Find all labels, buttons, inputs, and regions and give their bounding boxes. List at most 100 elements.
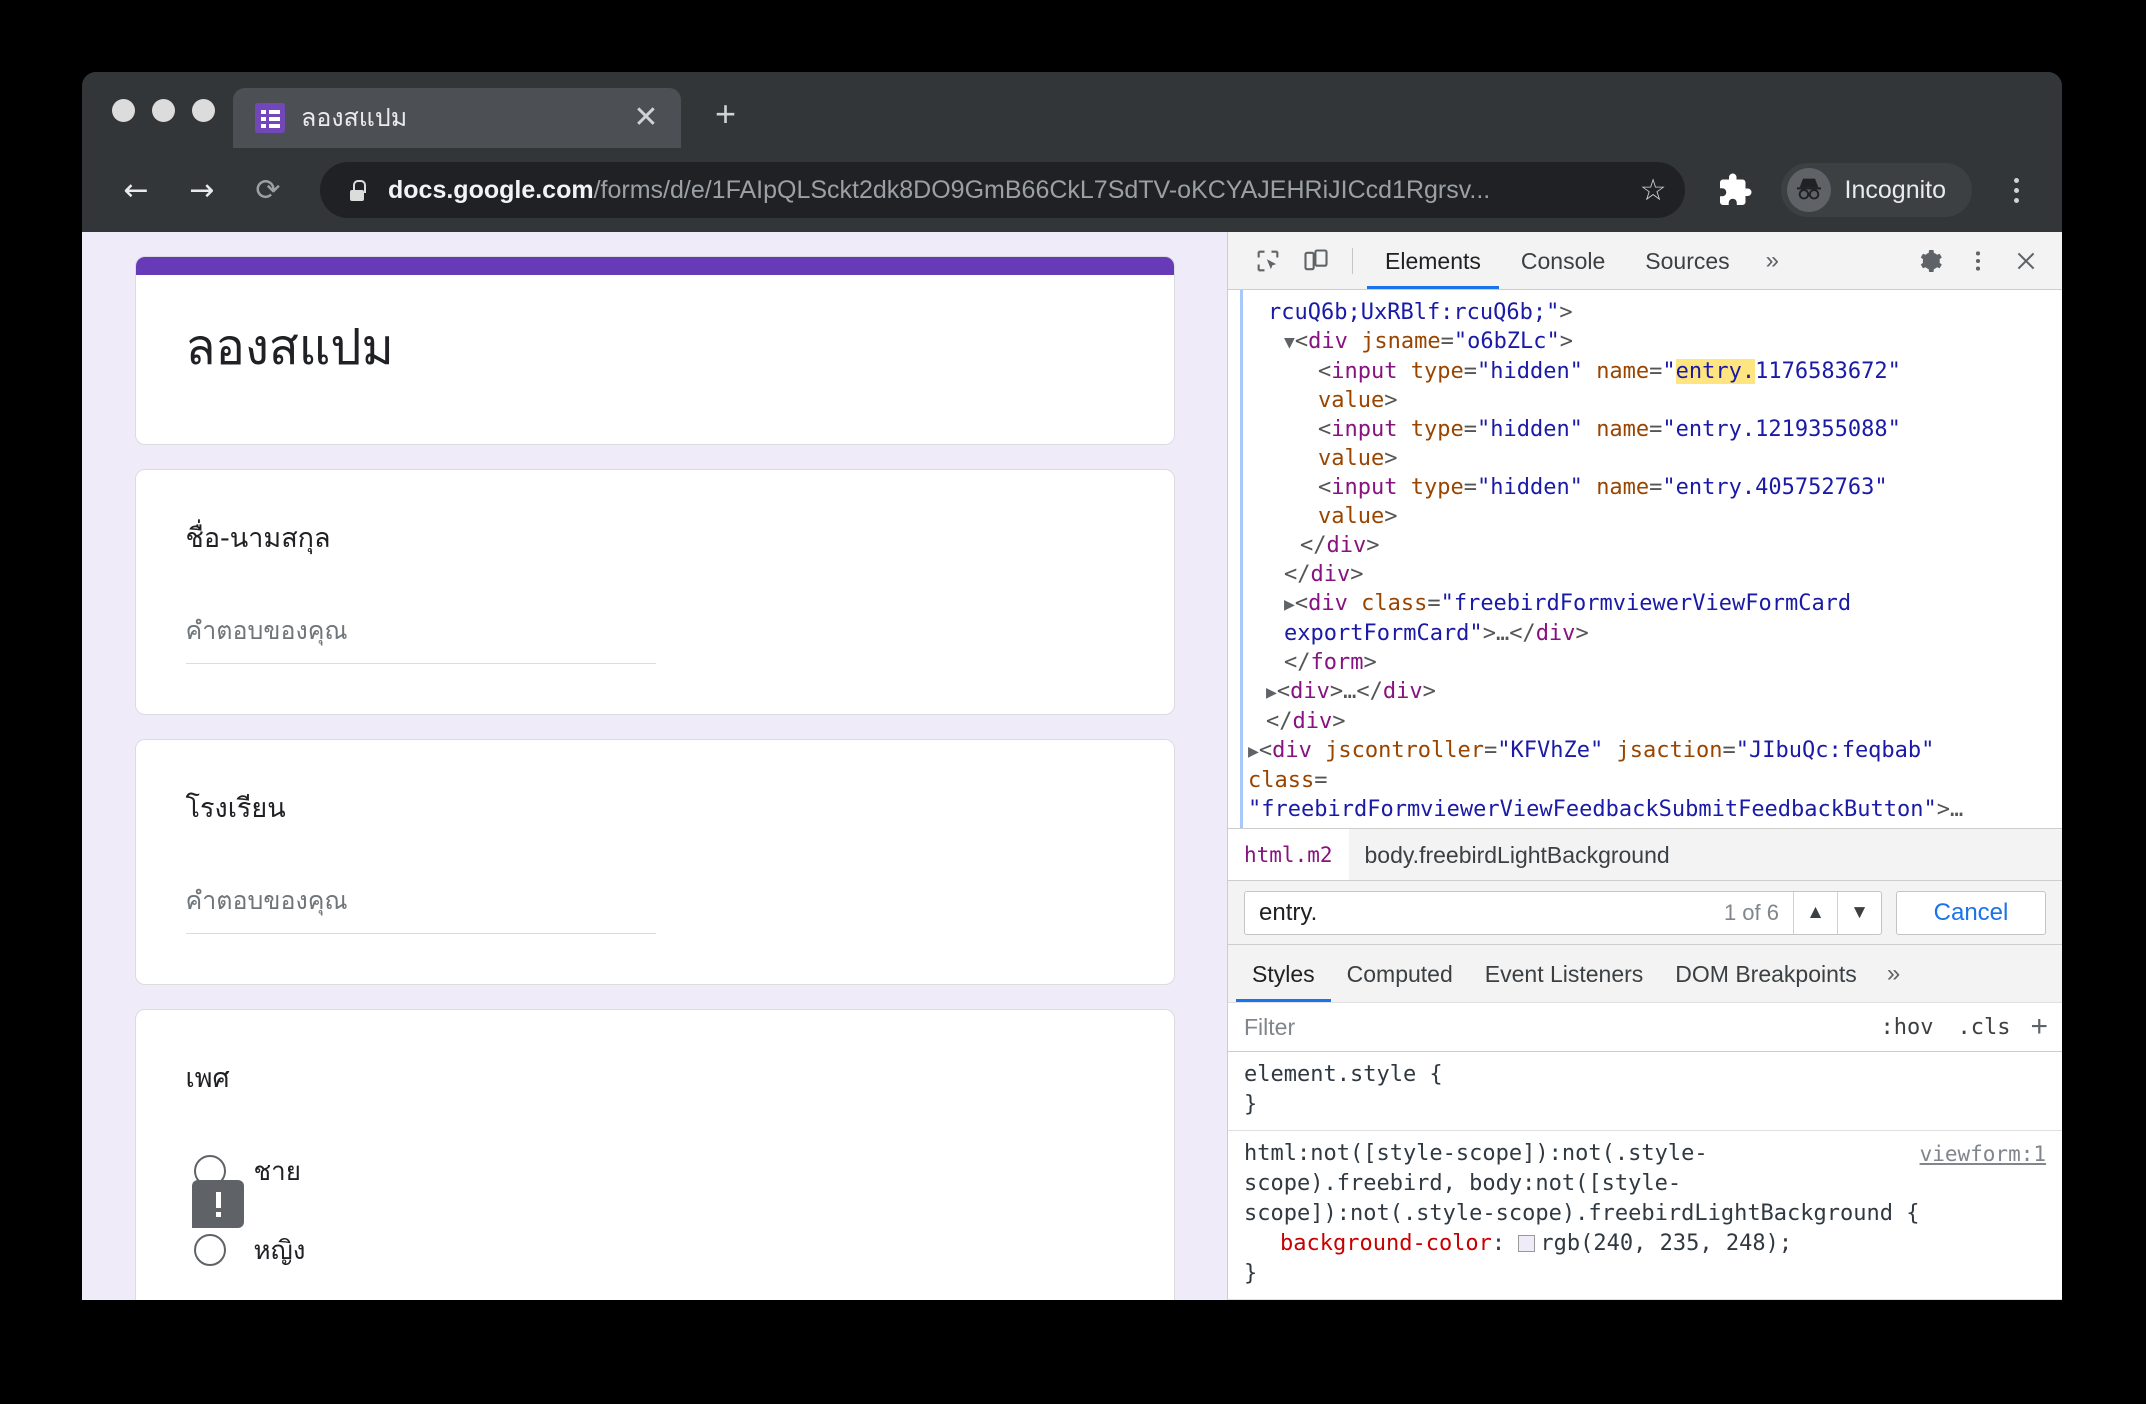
filter-input[interactable]: Filter [1244,1014,1869,1041]
dom-line[interactable]: </div> [1228,531,2062,560]
rule-close-brace: } [1244,1090,2046,1120]
more-styles-tabs-chevron-icon[interactable]: » [1873,960,1914,988]
radio-option[interactable]: หญิง [186,1230,1124,1271]
tab-styles[interactable]: Styles [1236,946,1331,1002]
selection-indicator [1240,290,1243,828]
extensions-puzzle-icon[interactable] [1717,172,1753,208]
search-next-button[interactable]: ▼ [1837,892,1881,934]
browser-tab[interactable]: ลองสแปม ✕ [233,88,681,148]
radio-circle-icon[interactable] [194,1234,226,1266]
dom-line[interactable]: value> [1228,444,2062,473]
dom-line[interactable]: ▶<div>…</div> [1228,677,2062,707]
rule-selector-line[interactable]: scope).freebird, body:not([style- [1244,1169,2046,1199]
cls-toggle[interactable]: .cls [1945,1015,2022,1040]
form-question-card-3: เพศ ชาย หญิง [135,1009,1175,1300]
dom-line[interactable]: value> [1228,502,2062,531]
more-tabs-chevron-icon[interactable]: » [1752,247,1793,275]
close-icon[interactable] [2004,239,2048,283]
window-traffic-lights [104,72,233,148]
declaration-property[interactable]: background-color [1280,1231,1492,1256]
dom-line[interactable]: rcuQ6b;UxRBlf:rcuQ6b;"> [1228,298,2062,327]
radio-option[interactable]: ชาย [186,1151,1124,1192]
dom-line[interactable]: class= [1228,766,2062,795]
close-icon[interactable]: ✕ [631,103,661,133]
styles-pane-tabs: Styles Computed Event Listeners DOM Brea… [1228,944,2062,1002]
dom-line[interactable]: exportFormCard">…</div> [1228,619,2062,648]
new-style-rule-button[interactable]: + [2022,1012,2048,1042]
style-rule[interactable]: element.style { } [1228,1052,2062,1131]
tab-event-listeners[interactable]: Event Listeners [1469,946,1660,1002]
dom-line[interactable]: </div> [1228,560,2062,589]
maximize-window-button[interactable] [192,99,215,122]
tab-computed[interactable]: Computed [1331,946,1469,1002]
stylesheet-source-link[interactable]: viewform:1 [1920,1139,2046,1169]
dom-line[interactable]: <input type="hidden" name="entry.1176583… [1228,357,2062,386]
profile-incognito-chip[interactable]: Incognito [1781,163,1972,217]
radio-option-label: หญิง [254,1230,306,1271]
color-swatch[interactable] [1518,1235,1535,1252]
inspect-element-icon[interactable] [1246,239,1290,283]
profile-label: Incognito [1845,176,1946,205]
rule-selector-line[interactable]: scope]):not(.style-scope).freebirdLightB… [1244,1199,2046,1229]
browser-window: ลองสแปม ✕ + ← → ⟳ docs.google.com/forms/… [82,72,2062,1300]
gear-icon[interactable] [1908,239,1952,283]
rule-selector[interactable]: element.style { [1244,1060,2046,1090]
breadcrumb-item-body[interactable]: body.freebirdLightBackground [1349,829,1686,881]
question-title: เพศ [186,1056,1124,1099]
device-toolbar-icon[interactable] [1294,239,1338,283]
tab-title: ลองสแปม [301,98,615,138]
tab-sources[interactable]: Sources [1627,233,1747,289]
tab-dom-breakpoints[interactable]: DOM Breakpoints [1659,946,1873,1002]
address-bar[interactable]: docs.google.com/forms/d/e/1FAIpQLSckt2dk… [320,162,1685,218]
tab-elements[interactable]: Elements [1367,233,1499,289]
form-question-card-2: โรงเรียน คำตอบของคุณ [135,739,1175,985]
forward-button[interactable]: → [174,162,230,218]
search-input[interactable]: entry. 1 of 6 ▲ ▼ [1244,891,1882,935]
radio-option-label: ชาย [254,1151,301,1192]
dom-line[interactable]: <input type="hidden" name="entry.4057527… [1228,473,2062,502]
dom-line[interactable]: "freebirdFormviewerViewFeedbackSubmitFee… [1228,795,2062,824]
bookmark-star-icon[interactable]: ☆ [1640,173,1667,208]
devtools-toolbar: Elements Console Sources » [1228,232,2062,290]
dom-line[interactable]: ▶<div jscontroller="KFVhZe" jsaction="JI… [1228,736,2062,766]
tab-strip: ลองสแปม ✕ + [82,72,2062,148]
breadcrumb-item-html[interactable]: html.m2 [1228,829,1349,881]
question-title: ชื่อ-นามสกุล [186,516,1124,559]
style-rule[interactable]: viewform:1 html:not([style-scope]):not(.… [1228,1131,2062,1300]
dom-line[interactable]: </div> [1228,707,2062,736]
close-window-button[interactable] [112,99,135,122]
form-accent-stripe [136,257,1174,275]
divider [1352,248,1353,274]
new-tab-button[interactable]: + [715,96,736,132]
hov-toggle[interactable]: :hov [1869,1015,1946,1040]
search-prev-button[interactable]: ▲ [1793,892,1837,934]
reload-button[interactable]: ⟳ [240,162,296,218]
search-input-value: entry. [1259,899,1724,927]
dom-line[interactable]: </form> [1228,648,2062,677]
dom-line[interactable]: <input type="hidden" name="entry.1219355… [1228,415,2062,444]
browser-menu-button[interactable] [1996,178,2036,203]
short-answer-input[interactable]: คำตอบของคุณ [186,611,656,664]
devtools-panel: Elements Console Sources » [1227,232,2062,1300]
tab-console[interactable]: Console [1503,233,1623,289]
google-form-page: ลองสแปม ชื่อ-นามสกุล คำตอบของคุณ โรงเรีย… [82,232,1227,1300]
forms-icon [255,103,285,133]
dom-tree[interactable]: ▼<div jscontroller="yo54Lc" jsaction="rc… [1228,290,2062,828]
minimize-window-button[interactable] [152,99,175,122]
dom-line[interactable]: </div> [1228,824,2062,828]
kebab-menu-icon[interactable] [1956,239,2000,283]
dom-line[interactable]: ▶<div class="freebirdFormviewerViewFormC… [1228,589,2062,619]
breadcrumb: html.m2 body.freebirdLightBackground [1228,828,2062,880]
form-title: ลองสแปม [136,275,1174,444]
rule-declaration[interactable]: background-color: rgb(240, 235, 248); [1244,1229,2046,1259]
dom-line[interactable]: ▼<div jsname="o6bZLc"> [1228,327,2062,357]
dom-line[interactable]: ▼<div jscontroller="yo54Lc" jsaction="rc… [1228,290,2062,298]
answer-placeholder: คำตอบของคุณ [186,616,348,645]
browser-toolbar: ← → ⟳ docs.google.com/forms/d/e/1FAIpQLS… [82,148,2062,232]
declaration-value[interactable]: rgb(240, 235, 248) [1540,1231,1778,1256]
back-button[interactable]: ← [108,162,164,218]
send-feedback-icon[interactable] [192,1180,244,1228]
cancel-button[interactable]: Cancel [1896,891,2046,935]
short-answer-input[interactable]: คำตอบของคุณ [186,881,656,934]
dom-line[interactable]: value> [1228,386,2062,415]
